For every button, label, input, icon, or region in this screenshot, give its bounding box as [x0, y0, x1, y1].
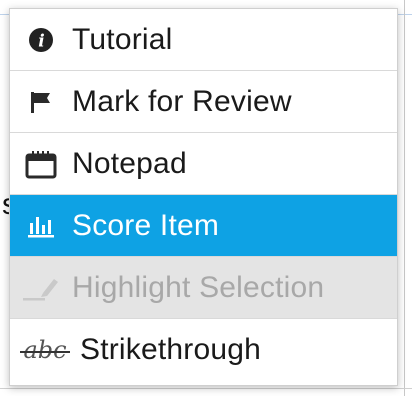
- background-divider: [0, 388, 412, 389]
- notepad-icon: [10, 133, 72, 194]
- menu-item-notepad[interactable]: Notepad: [10, 133, 397, 195]
- menu-item-highlight-selection[interactable]: Highlight Selection: [10, 257, 397, 319]
- menu-item-label: Score Item: [72, 208, 220, 242]
- menu-item-label: Tutorial: [72, 22, 173, 56]
- menu-item-tutorial[interactable]: i Tutorial: [10, 9, 397, 71]
- menu-item-label: Highlight Selection: [72, 270, 325, 304]
- menu-item-score-item[interactable]: Score Item: [10, 195, 397, 257]
- highlighter-pen-icon: [10, 257, 72, 318]
- flag-icon: [10, 71, 72, 132]
- bar-chart-icon: [10, 195, 72, 256]
- menu-item-label: Strikethrough: [80, 333, 262, 366]
- strikethrough-icon-text: abc: [23, 336, 67, 364]
- context-menu: i Tutorial Mark for Review Notepad Score…: [9, 8, 398, 386]
- background-divider: [404, 0, 405, 396]
- menu-item-mark-for-review[interactable]: Mark for Review: [10, 71, 397, 133]
- svg-text:i: i: [38, 31, 44, 51]
- menu-item-strikethrough[interactable]: abc Strikethrough: [10, 319, 397, 381]
- strikethrough-abc-icon: abc: [10, 319, 80, 381]
- info-circle-icon: i: [10, 9, 72, 70]
- menu-item-label: Notepad: [72, 146, 187, 180]
- menu-item-label: Mark for Review: [72, 84, 292, 118]
